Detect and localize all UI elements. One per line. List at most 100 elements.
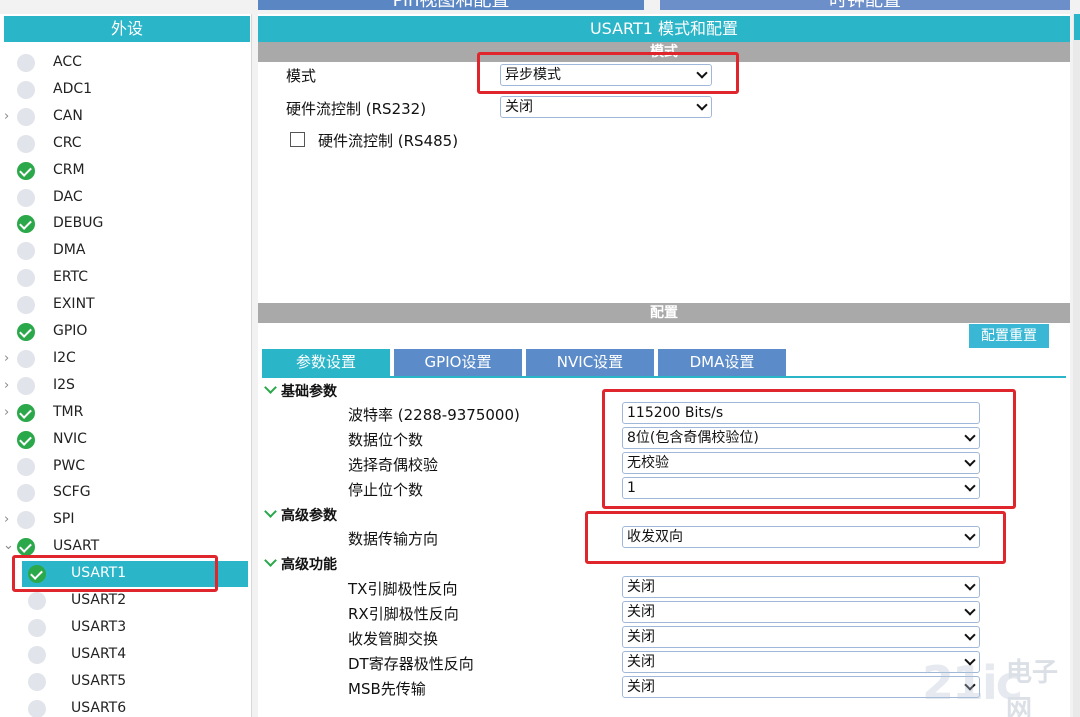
peripheral-label: DEBUG — [53, 215, 104, 232]
group-basic-params[interactable]: 基础参数 — [262, 381, 337, 401]
direction-label: 数据传输方向 — [348, 530, 439, 548]
scrollbar-thumb[interactable] — [1074, 14, 1080, 40]
peripheral-item-scfg[interactable]: SCFG — [0, 480, 252, 507]
peripheral-label: EXINT — [53, 296, 95, 313]
pin-swap-select[interactable]: 关闭 — [622, 626, 980, 648]
peripheral-label: I2S — [53, 376, 75, 393]
tx-polarity-select[interactable]: 关闭 — [622, 576, 980, 598]
flow-control-rs232-label: 硬件流控制 (RS232) — [286, 100, 427, 118]
chevron-right-icon[interactable]: › — [4, 109, 9, 124]
flow-control-rs485-label: 硬件流控制 (RS485) — [318, 132, 459, 150]
watermark-text: 电子网 — [1006, 658, 1059, 717]
flow-control-rs232-value: 关闭 — [505, 99, 533, 115]
peripheral-label: DAC — [53, 188, 83, 205]
peripheral-item-spi[interactable]: › SPI — [0, 507, 252, 534]
pin-swap-value: 关闭 — [627, 629, 655, 645]
rx-polarity-select[interactable]: 关闭 — [622, 601, 980, 623]
peripheral-label: CAN — [53, 107, 83, 124]
tab-dma-settings[interactable]: DMA设置 — [658, 349, 786, 376]
status-circle-icon — [17, 376, 35, 395]
peripheral-label: USART5 — [71, 672, 127, 689]
tab-pin-view[interactable]: Pin视图和配置 — [258, 0, 644, 10]
peripheral-item-usart2[interactable]: USART2 — [0, 588, 252, 615]
watermark-logo: 21ic 电子网 — [922, 648, 1072, 717]
peripheral-item-acc[interactable]: ACC — [0, 50, 252, 77]
highlight-mode — [477, 52, 739, 94]
pin-swap-label: 收发管脚交换 — [348, 630, 439, 648]
peripheral-item-can[interactable]: › CAN — [0, 104, 252, 131]
tab-gpio-settings[interactable]: GPIO设置 — [394, 349, 522, 376]
peripheral-item-usart6[interactable]: USART6 — [0, 696, 252, 717]
peripheral-item-ertc[interactable]: ERTC — [0, 265, 252, 292]
peripheral-label: NVIC — [53, 430, 87, 447]
flow-control-rs232-select[interactable]: 关闭 — [500, 96, 712, 118]
chevron-right-icon[interactable]: › — [4, 378, 9, 393]
peripheral-item-usart3[interactable]: USART3 — [0, 615, 252, 642]
peripheral-item-debug[interactable]: DEBUG — [0, 211, 252, 238]
peripheral-label: TMR — [53, 403, 84, 420]
peripheral-item-dac[interactable]: DAC — [0, 185, 252, 212]
tx-polarity-value: 关闭 — [627, 579, 655, 595]
tab-clock-config[interactable]: 时钟配置 — [660, 0, 1070, 10]
peripheral-label: USART2 — [71, 592, 127, 608]
peripheral-label: ERTC — [53, 269, 89, 286]
tx-polarity-label: TX引脚极性反向 — [348, 580, 458, 598]
peripheral-item-i2c[interactable]: › I2C — [0, 346, 252, 373]
baud-rate-label: 波特率 (2288-9375000) — [348, 406, 520, 424]
dt-polarity-label: DT寄存器极性反向 — [348, 655, 474, 673]
config-panel: USART1 模式和配置 模式 模式 异步模式 硬件流控制 (RS232) 关闭… — [258, 14, 1070, 717]
chevron-right-icon[interactable]: › — [4, 351, 9, 366]
peripheral-item-usart5[interactable]: USART5 — [0, 669, 252, 696]
chevron-right-icon[interactable]: › — [4, 512, 9, 527]
rs485-checkbox[interactable] — [290, 132, 305, 147]
check-circle-icon — [17, 538, 35, 557]
peripheral-label: USART4 — [71, 645, 127, 662]
peripheral-item-gpio[interactable]: GPIO — [0, 319, 252, 346]
peripheral-label: I2C — [53, 349, 76, 366]
peripheral-label: DMA — [53, 242, 86, 259]
chevron-down-icon — [264, 554, 277, 567]
highlight-basic-params — [602, 389, 1016, 509]
reset-config-button[interactable]: 配置重置 — [969, 324, 1049, 348]
peripheral-item-usart4[interactable]: USART4 — [0, 642, 252, 669]
tab-parameter-settings[interactable]: 参数设置 — [262, 349, 390, 376]
msb-first-label: MSB先传输 — [348, 680, 426, 698]
tab-nvic-settings[interactable]: NVIC设置 — [526, 349, 654, 376]
group-advanced-features[interactable]: 高级功能 — [262, 554, 337, 574]
status-circle-icon — [28, 672, 46, 691]
peripheral-item-adc1[interactable]: ADC1 — [0, 77, 252, 104]
msb-first-value: 关闭 — [627, 679, 655, 695]
peripheral-item-crm[interactable]: CRM — [0, 158, 252, 185]
peripheral-item-tmr[interactable]: › TMR — [0, 400, 252, 427]
status-circle-icon — [17, 242, 35, 261]
rx-polarity-value: 关闭 — [627, 604, 655, 620]
peripheral-item-exint[interactable]: EXINT — [0, 292, 252, 319]
peripheral-label: GPIO — [53, 323, 88, 339]
chevron-down-icon — [264, 505, 277, 518]
peripheral-item-nvic[interactable]: NVIC — [0, 427, 252, 454]
chevron-down-icon — [964, 629, 976, 641]
chevron-down-icon — [964, 579, 976, 591]
peripheral-item-pwc[interactable]: PWC — [0, 454, 252, 481]
group-basic-params-label: 基础参数 — [281, 384, 337, 400]
peripheral-item-dma[interactable]: DMA — [0, 238, 252, 265]
rx-polarity-label: RX引脚极性反向 — [348, 605, 459, 623]
check-circle-icon — [17, 323, 35, 341]
stop-bits-label: 停止位个数 — [348, 481, 424, 499]
peripheral-label: CRC — [53, 134, 82, 151]
chevron-down-icon[interactable]: ⌄ — [3, 538, 14, 553]
peripheral-label: PWC — [53, 457, 86, 474]
peripheral-item-crc[interactable]: CRC — [0, 131, 252, 158]
chevron-right-icon[interactable]: › — [4, 405, 9, 420]
check-circle-icon — [17, 161, 35, 180]
status-circle-icon — [17, 484, 35, 503]
chevron-down-icon — [964, 604, 976, 616]
peripheral-panel: 外设 ACC ADC1 › CAN CRC CRM DAC DEBUG DMA ERTC EXINT… — [0, 14, 252, 717]
peripheral-item-i2s[interactable]: › I2S — [0, 373, 252, 400]
group-advanced-features-label: 高级功能 — [281, 557, 337, 573]
status-circle-icon — [28, 618, 46, 637]
status-circle-icon — [28, 592, 46, 610]
scrollbar[interactable] — [1073, 14, 1080, 717]
peripheral-label: USART3 — [71, 618, 127, 635]
group-advanced-params[interactable]: 高级参数 — [262, 505, 337, 525]
